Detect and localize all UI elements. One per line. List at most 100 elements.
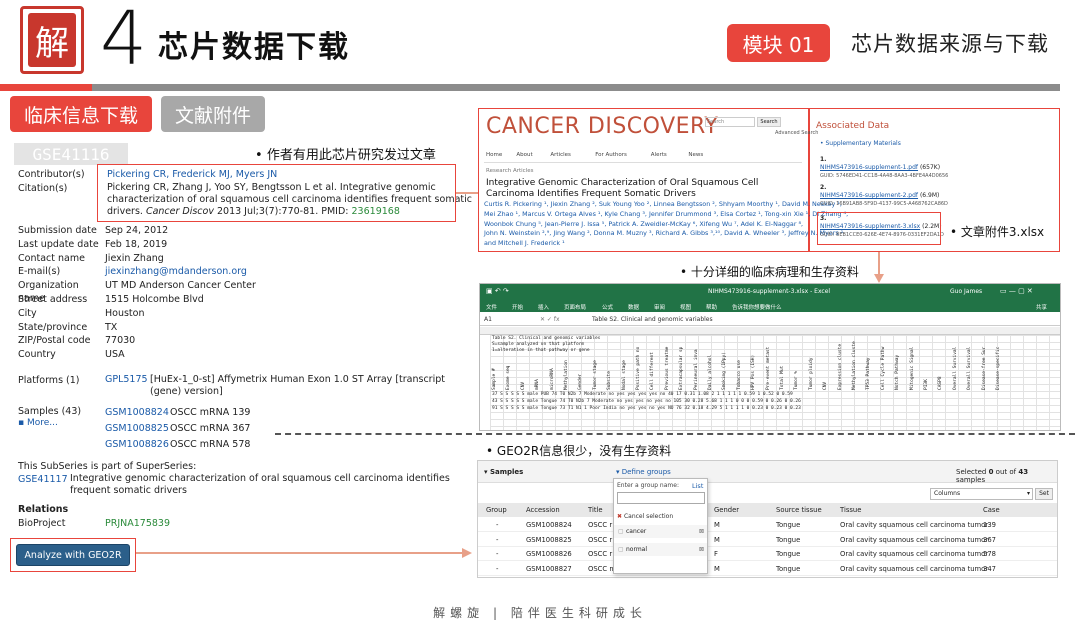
journal-nav-divider [484,162,802,163]
supplementary-materials-link[interactable]: • Supplementary Materials [820,140,901,147]
columns-select[interactable]: Columns ▾ [930,488,1033,500]
remove-icon[interactable]: ⊠ [699,528,704,535]
section-separator [275,433,1075,435]
superseries-text: This SubSeries is part of SuperSeries: [18,461,197,472]
geo2r-table-row[interactable]: -GSM1008827OSCC mRNA 347 OSCCMTongueOral… [478,562,1057,576]
sheet-data-row: 91 S S S S S male Tongue 73 T1 N1 1 Poor… [492,406,801,411]
cancel-selection[interactable]: ✖ Cancel selection [617,513,673,520]
journal-search-button[interactable]: Search [757,117,781,127]
journal-nav-item[interactable]: About [516,152,532,158]
geo2r-cell: - [496,550,499,558]
geo2r-cell: 347 [983,564,996,573]
sheet-column-header: Mitogenic Signal [909,346,915,390]
ribbon-tab[interactable]: 开始 [512,303,523,311]
journal-nav-item[interactable]: Articles [550,152,571,158]
geo2r-cell: Oral cavity squamous cell carcinoma tumo… [840,564,989,573]
geo2r-table-row[interactable]: - GSM1008825 OSCC r M Tongue Oral cavity squa… [478,533,1057,547]
tab-literature-attachment[interactable]: 文献附件 [161,96,265,132]
excel-save-icon[interactable]: ▣ ↶ ↷ [486,287,509,295]
tab-clinical-download[interactable]: 临床信息下载 [10,96,152,132]
sample-row: GSM1008824 OSCC mRNA 139 [105,406,250,419]
header-divider [92,84,1060,91]
geo2r-table-row[interactable]: - GSM1008826 OSCC r F Tongue Oral cavity squa… [478,547,1057,561]
remove-icon[interactable]: ⊠ [699,546,704,553]
ribbon-tab[interactable]: 视图 [680,303,691,311]
article-authors: Curtis R. Pickering ¹, Jiexin Zhang ², S… [484,200,849,248]
define-groups-toggle[interactable]: ▾ Define groups [616,468,671,476]
group-item-normal[interactable]: ▢ normal ⊠ [614,543,707,556]
journal-nav-item[interactable]: For Authors [595,152,627,158]
formula-icons: ✕ ✓ fx [540,316,560,323]
superseries-link[interactable]: GSE41117 [18,474,68,485]
ribbon-tab[interactable]: 文件 [486,303,497,311]
field-value: Houston [105,307,145,319]
supplement-file-link[interactable]: NIHMS473916-supplement-1.pdf [820,164,918,171]
citation-label: Citation(s) [18,183,68,194]
advanced-search-link[interactable]: Advanced Search [775,130,818,136]
list-link[interactable]: List [692,482,703,490]
geo2r-column-header[interactable]: Source tissue [776,506,822,514]
samples-more-link[interactable]: ▪ More... [18,417,58,430]
geo2r-table-row[interactable]: - GSM1008824 OSCC r M Tongue Oral cavity squa… [478,518,1057,532]
geo2r-column-header[interactable]: Gender [714,506,739,514]
excel-window: ▣ ↶ ↷ NIHMS473916-supplement-3.xlsx - Ex… [479,283,1061,431]
arrow-excel-head [874,274,884,283]
journal-nav-item[interactable]: Home [486,152,502,158]
group-item-cancer[interactable]: ▢ cancer ⊠ [614,525,707,538]
analyze-geo2r-button[interactable]: Analyze with GEO2R [16,544,130,566]
relations-heading: Relations [18,504,69,515]
arrow-excel [878,252,880,276]
supplement-number: 1. [820,156,827,163]
sheet-column-header: Daily alcohol [708,354,713,390]
formula-input[interactable]: Table S2. Clinical and genomic variables [592,316,713,323]
supplement-3-highlight-box [817,212,941,245]
journal-nav-item[interactable]: Alerts [651,152,667,158]
sheet-column-header: HPV Pos (ISH) [751,354,757,390]
platform-link[interactable]: GPL5175 [105,374,148,385]
set-button[interactable]: Set [1035,488,1053,500]
ribbon-tab[interactable]: 页面布局 [564,303,586,311]
geo2r-column-header[interactable]: Group [486,506,507,514]
platform-desc-1: [HuEx-1_0-st] Affymetrix Human Exon 1.0 … [150,374,445,385]
sheet-column-header: Tumor ploidy [808,357,814,390]
journal-nav-item[interactable]: News [688,152,703,158]
group-name-input[interactable] [617,492,705,504]
samples-toggle[interactable]: ▾ Samples [484,468,523,476]
geo2r-column-header[interactable]: Case [983,506,1000,514]
geo2r-column-header[interactable]: Title [588,506,603,514]
sheet-column-header: CNV [823,381,829,390]
sheet-column-header: microRNA [549,368,555,390]
journal-search-input[interactable]: Search [705,117,755,127]
sheet-column-header: Tobacco use [736,360,742,390]
ribbon-tab[interactable]: 帮助 [706,303,717,311]
field-value: 77030 [105,335,136,347]
geo2r-cell: 367 [983,535,996,544]
sheet-column-header: CASP8 [938,376,944,390]
geo2r-cell: Tongue [776,564,801,573]
ribbon-tab[interactable]: 数据 [628,303,639,311]
sheet-column-header: Perineural inva [693,349,699,390]
cell-reference[interactable]: A1 [484,316,492,323]
geo2r-cell: M [714,564,720,573]
sample-link[interactable]: GSM1008826 [105,439,169,450]
geo2r-table-header: Group Accession Title Gender Source tissue Ti… [478,503,1057,517]
sheet-column-header: Methylation cluste [852,341,857,390]
share-button[interactable]: 共享 [1036,303,1047,311]
sample-link[interactable]: GSM1008824 [105,407,169,418]
sample-link[interactable]: GSM1008825 [105,423,169,434]
field-value[interactable]: jiexinzhang@mdanderson.org [105,265,247,278]
bioproject-link[interactable]: PRJNA175839 [105,517,170,530]
supplement-guid: GUID: 16B91AB8-5F9D-4137-99C5-A468762CA8… [820,201,948,207]
window-controls-icon[interactable]: ▭ — ▢ ✕ [1000,287,1033,295]
geo2r-cell: OSCC r [588,550,613,558]
supplement-file-link[interactable]: NIHMS473916-supplement-2.pdf [820,192,918,199]
geo2r-column-header[interactable]: Accession [526,506,560,514]
ribbon-tab[interactable]: 插入 [538,303,549,311]
field-value: UT MD Anderson Cancer Center [105,280,256,292]
geo2r-column-header[interactable]: Tissue [840,506,861,514]
ribbon-tab[interactable]: 告诉我你想要做什么 [732,303,782,311]
sheet-column-header: Subsite [607,371,613,390]
sheet-column-header: Tumor stage [592,360,598,390]
ribbon-tab[interactable]: 公式 [602,303,613,311]
ribbon-tab[interactable]: 审阅 [654,303,665,311]
